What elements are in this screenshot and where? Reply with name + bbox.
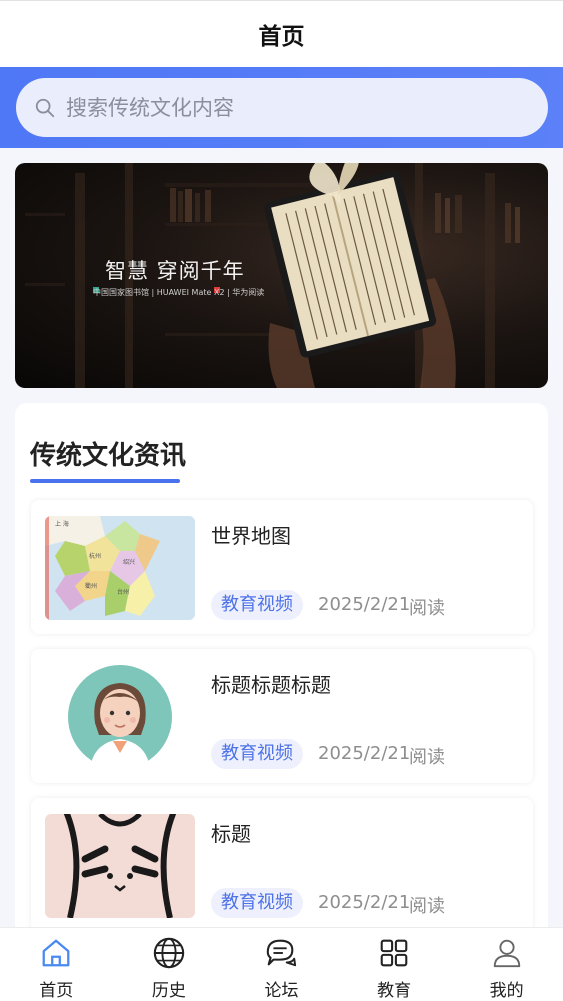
read-link[interactable]: 阅读	[409, 892, 445, 918]
tab-label: 论坛	[264, 981, 299, 1001]
category-tag: 教育视频	[211, 739, 303, 769]
category-tag: 教育视频	[211, 590, 303, 620]
news-item-date: 2025/2/21	[318, 743, 411, 764]
page-title: 首页	[258, 24, 305, 50]
search-input[interactable]	[66, 95, 506, 120]
banner-subtitle: 中国国家图书馆 | HUAWEI Mate X2 | 华为阅读	[93, 288, 265, 297]
tab-label: 历史	[151, 981, 186, 1001]
news-item-date: 2025/2/21	[318, 594, 411, 615]
news-item[interactable]: 标题标题标题 教育视频 2025/2/21 阅读	[31, 649, 533, 783]
news-item[interactable]: 标题 教育视频 2025/2/21 阅读	[31, 798, 533, 932]
svg-text:绍兴: 绍兴	[123, 558, 135, 566]
read-link[interactable]: 阅读	[409, 743, 445, 769]
tab-home[interactable]: 首页	[0, 928, 113, 1001]
news-item-title: 标题	[211, 822, 251, 846]
tab-history[interactable]: 历史	[113, 928, 226, 1001]
cartoon-image	[45, 814, 195, 918]
svg-text:杭州: 杭州	[89, 552, 101, 560]
tab-label: 首页	[39, 981, 74, 1001]
chat-icon	[267, 939, 297, 967]
user-icon	[493, 939, 520, 968]
tab-label: 教育	[377, 981, 412, 1001]
svg-text:上 海: 上 海	[55, 520, 69, 528]
tab-forum[interactable]: 论坛	[225, 928, 338, 1001]
news-item-date: 2025/2/21	[318, 892, 411, 913]
svg-text:台州: 台州	[117, 588, 129, 596]
svg-text:衢州: 衢州	[85, 582, 97, 590]
read-link[interactable]: 阅读	[409, 594, 445, 620]
section-title-underline	[30, 479, 180, 483]
banner-image[interactable]: 智慧 穿阅千年 中国国家图书馆 | HUAWEI Mate X2 | 华为阅读	[15, 163, 548, 388]
news-item-title: 标题标题标题	[211, 673, 331, 697]
news-item[interactable]: 上 海 杭州 绍兴 台州 衢州 世界地图 教育视频 2025/2/21 阅读	[31, 500, 533, 634]
news-section: 传统文化资讯 上 海 杭州 绍兴 台州 衢州 世界地图 教育视频 2025/2/…	[15, 403, 548, 963]
section-title: 传统文化资讯	[30, 441, 187, 471]
home-icon	[42, 939, 70, 967]
top-bar: 首页	[0, 0, 563, 67]
doctor-avatar-image	[45, 665, 195, 769]
category-tag: 教育视频	[211, 888, 303, 918]
bottom-tab-bar: 首页 历史 论坛 教育 我的	[0, 927, 563, 1001]
search-band	[0, 67, 563, 148]
search-box[interactable]	[16, 78, 548, 137]
tab-label: 我的	[489, 981, 524, 1001]
news-item-title: 世界地图	[211, 524, 291, 548]
tab-education[interactable]: 教育	[338, 928, 451, 1001]
banner-slogan: 智慧 穿阅千年	[105, 259, 245, 283]
tab-mine[interactable]: 我的	[450, 928, 563, 1001]
map-image: 上 海 杭州 绍兴 台州 衢州	[45, 516, 195, 620]
search-icon	[35, 98, 55, 117]
globe-icon	[153, 937, 185, 969]
library-scene-illustration	[25, 163, 520, 388]
grid-icon	[380, 939, 408, 967]
